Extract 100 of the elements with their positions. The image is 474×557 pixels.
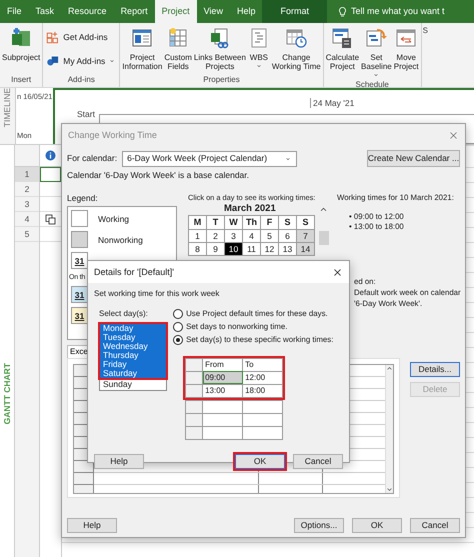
radio-button[interactable] <box>173 334 184 345</box>
group-label: S <box>422 25 429 37</box>
note-text: Calendar '6-Day Work Week' is a base calendar. <box>67 170 250 180</box>
ribbon-command[interactable]: Project Information <box>121 26 164 75</box>
info-icon <box>45 150 56 161</box>
weekday-header: T <box>206 216 224 230</box>
ribbon-command[interactable]: Set Baseline <box>360 26 393 80</box>
list-item[interactable]: Wednesday <box>100 342 166 352</box>
dialog-button[interactable]: Options... <box>294 518 344 533</box>
list-item[interactable]: Sunday <box>100 380 166 390</box>
time-cell[interactable]: 12:00 <box>242 371 283 384</box>
ribbon-command[interactable]: Calculate Project <box>324 26 360 80</box>
lightbulb-icon <box>336 6 348 18</box>
group-label: Add-ins <box>66 75 96 86</box>
row-number[interactable]: 3 <box>15 197 39 212</box>
dialog-button[interactable]: Cancel <box>410 518 460 533</box>
ribbon-command[interactable]: WBS <box>246 26 271 75</box>
column-header: To <box>242 358 283 372</box>
view-label: GANTT CHART <box>2 363 12 424</box>
ribbon-command[interactable]: Get Add-ins <box>44 29 118 45</box>
window-icon <box>131 27 154 49</box>
day-list[interactable]: Monday Tuesday Wednesday Thursday Friday Saturday Sunday <box>99 322 167 392</box>
legend-swatch <box>71 231 88 248</box>
calendar-day[interactable]: 12 <box>260 242 278 256</box>
list-item[interactable]: Tuesday <box>100 333 166 342</box>
month-title: March 2021 <box>224 203 276 215</box>
ribbon-command[interactable]: Change Working Time <box>270 26 322 75</box>
dialog-title: Change Working Time <box>68 130 157 140</box>
calendar-day[interactable]: 2 <box>206 230 224 243</box>
weekday-header: F <box>260 216 278 230</box>
selected-cell[interactable] <box>40 167 61 182</box>
radio-button[interactable] <box>173 308 184 319</box>
dialog-button[interactable]: Help <box>67 518 117 533</box>
ribbon-tab[interactable]: Report <box>114 0 155 23</box>
time-cell[interactable]: 18:00 <box>242 384 283 398</box>
ribbon-command[interactable]: Links Between Projects <box>192 26 247 75</box>
timeline-label: TIMELINE <box>2 88 13 128</box>
chart-arrow-icon <box>365 27 388 49</box>
close-button[interactable] <box>332 266 343 278</box>
row-number[interactable]: 1 <box>15 167 39 182</box>
list-item[interactable]: Saturday <box>100 369 166 378</box>
ribbon-tab[interactable]: Project <box>154 0 197 23</box>
scroll-down-icon <box>386 486 393 493</box>
legend-swatch <box>71 210 88 228</box>
ribbon-tab[interactable]: Format <box>262 0 327 23</box>
row-number[interactable]: 4 <box>15 212 39 227</box>
ribbon-tab[interactable]: File <box>0 0 29 23</box>
legend-title: Legend: <box>67 193 99 204</box>
calendar-day[interactable]: 8 <box>188 242 206 256</box>
search-prompt[interactable]: Tell me what you want t <box>350 6 445 17</box>
dialog-button[interactable]: Cancel <box>293 454 343 469</box>
ribbon-tab[interactable]: Resource <box>61 0 114 23</box>
ribbon-tab[interactable]: View <box>196 0 230 23</box>
list-item[interactable]: Thursday <box>100 351 166 360</box>
calendar-day[interactable]: 11 <box>242 242 260 256</box>
dialog-button[interactable]: OK <box>352 518 402 533</box>
ribbon-command[interactable]: My Add-ins <box>44 53 118 69</box>
dialog-button[interactable]: Help <box>94 454 144 469</box>
chart-arrows-icon <box>395 27 418 49</box>
legend-swatch: 31 <box>71 252 88 270</box>
dialog-button[interactable]: OK <box>235 454 285 469</box>
calculator-chart-icon <box>331 27 354 49</box>
calendar-dropdown[interactable]: 6-Day Work Week (Project Calendar) <box>122 150 298 166</box>
ribbon-command[interactable]: Subproject <box>1 26 42 75</box>
scroll-thumb[interactable] <box>319 231 329 246</box>
scroll-up-icon <box>386 364 393 372</box>
radio-button[interactable] <box>173 322 184 332</box>
dialog-button[interactable]: Details... <box>410 362 460 377</box>
calendar-day[interactable]: 5 <box>260 230 278 243</box>
row-number[interactable]: 5 <box>15 227 39 242</box>
close-icon <box>448 130 459 140</box>
ribbon-command[interactable]: Custom Fields <box>163 26 193 75</box>
field-label: For calendar: <box>67 153 118 164</box>
time-cell[interactable]: 09:00 <box>202 371 243 384</box>
ribbon-tab[interactable]: Task <box>28 0 62 23</box>
weekday-header: W <box>224 216 242 230</box>
ribbon-command[interactable]: Move Project <box>392 26 420 80</box>
group-label: Insert <box>10 75 32 86</box>
legend-label: Nonworking <box>98 234 143 245</box>
close-icon <box>332 266 343 278</box>
calendar-day[interactable]: 4 <box>242 230 260 243</box>
weekday-header: M <box>188 216 206 230</box>
list-item[interactable]: Monday <box>100 324 166 334</box>
calendar-day[interactable]: 1 <box>188 230 206 243</box>
list-item[interactable]: Friday <box>100 360 166 370</box>
legend-swatch: 31 <box>71 307 88 324</box>
row-number[interactable]: 2 <box>15 182 39 197</box>
section-heading: Set working time for this work week <box>94 289 220 299</box>
linked-document-icon <box>208 27 231 49</box>
dialog-title: Details for '[Default]' <box>94 266 174 278</box>
start-label: Start <box>77 109 95 120</box>
shapes-icon <box>46 54 60 68</box>
legend-label: Working <box>98 214 130 224</box>
create-calendar-button[interactable]: Create New Calendar ... <box>367 150 460 167</box>
ribbon-tab[interactable]: Help <box>230 0 262 23</box>
weekday-header: Th <box>242 216 260 230</box>
weekday-header: S <box>278 216 296 230</box>
time-cell[interactable]: 13:00 <box>202 384 243 398</box>
add-ins-icon <box>46 30 60 44</box>
document-icon <box>10 27 32 49</box>
